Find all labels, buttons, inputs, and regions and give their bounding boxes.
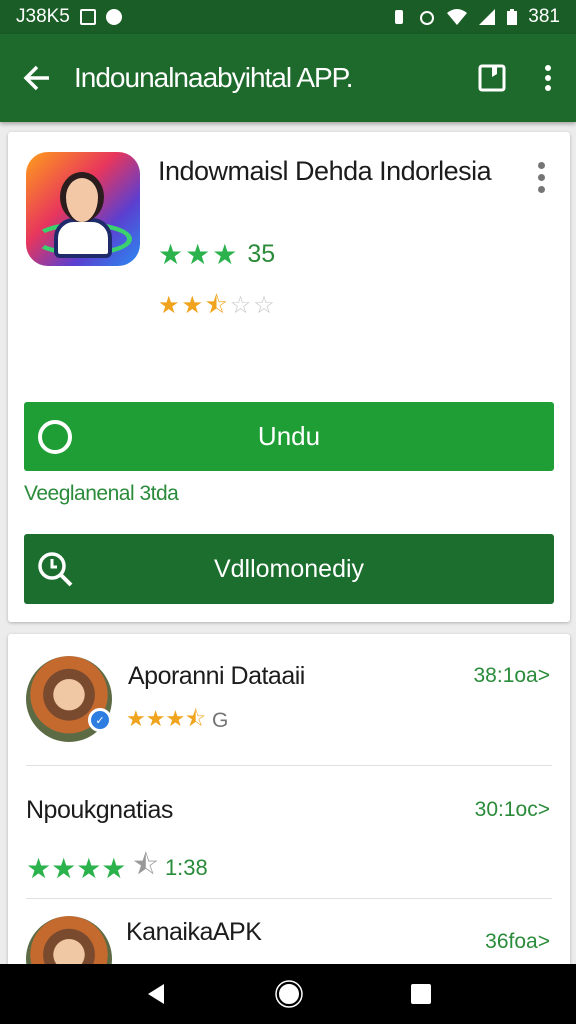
reviewer-name: Npoukgnatias — [26, 796, 173, 824]
app-name: Indowmaisl Dehda Indorlesia — [158, 156, 492, 186]
list-item[interactable]: KanaikaAPK 36foa> — [8, 898, 570, 974]
wifi-icon — [447, 9, 468, 25]
star-icon: ★ — [185, 238, 211, 270]
star-icon: ★ — [212, 238, 238, 270]
list-item[interactable]: ✓ Aporanni Dataaii 38:1oa> ★★★⯪ G — [8, 634, 570, 766]
star-icon: ★★★★ — [26, 852, 127, 884]
reviewer-name: Aporanni Dataaii — [128, 662, 305, 690]
more-vert-icon — [545, 65, 551, 91]
bookmark-icon — [478, 64, 506, 92]
nav-home-icon[interactable] — [275, 980, 303, 1008]
list-item[interactable]: Npoukgnatias 30:1oc> ★★★★ ⯪ 1:38 — [8, 766, 570, 898]
status-battery-text: 381 — [528, 6, 560, 27]
status-bar: J38K5 381 — [0, 0, 576, 34]
item-size: 30:1oc> — [474, 798, 550, 821]
install-button[interactable]: Undu — [24, 402, 554, 471]
reviewer-name: KanaikaAPK — [126, 918, 262, 946]
app-bar: Indounalnaabyihtal APP. — [0, 34, 576, 122]
item-rating: ★★★⯪ G — [126, 702, 228, 740]
sync-icon — [105, 9, 122, 25]
arrow-back-icon — [23, 65, 49, 91]
search-icon — [38, 552, 73, 587]
item-rating: ★★★★ ⯪ 1:38 — [26, 844, 208, 892]
star-icon: ★★★⯪ — [126, 706, 207, 731]
notification-icon — [79, 9, 96, 25]
card-more-button[interactable] — [534, 162, 548, 202]
nav-recents-icon[interactable] — [410, 983, 432, 1005]
star-half-icon: ⯪ — [205, 292, 228, 319]
install-note: Veeglanenal 3tda — [24, 482, 179, 505]
app-icon[interactable] — [26, 152, 140, 266]
more-info-button[interactable]: Vdllomonediy — [24, 534, 554, 604]
rating-row: ★ ★ ★ 35 — [158, 240, 275, 269]
circle-icon — [38, 420, 72, 454]
item-size: 36foa> — [485, 930, 550, 953]
verified-icon: ✓ — [88, 708, 112, 732]
system-nav-bar — [0, 964, 576, 1024]
back-button[interactable] — [0, 34, 74, 122]
nav-back-icon[interactable] — [144, 982, 168, 1006]
item-size: 38:1oa> — [473, 664, 551, 687]
star-empty-icon: ☆ — [229, 292, 252, 319]
review-list: ✓ Aporanni Dataaii 38:1oa> ★★★⯪ G Npoukg… — [8, 634, 570, 974]
more-info-label: Vdllomonediy — [213, 554, 365, 583]
star-icon: ★ — [158, 238, 184, 270]
install-label: Undu — [257, 421, 321, 451]
star-half-icon: ⯪ — [132, 849, 159, 880]
status-time: J38K5 — [16, 6, 70, 27]
bookmark-button[interactable] — [464, 34, 520, 122]
alarm-icon — [420, 11, 435, 25]
overflow-menu-button[interactable] — [520, 34, 576, 122]
rating-value: 35 — [247, 240, 276, 268]
icon-face-shape — [60, 172, 104, 222]
signal-icon — [479, 9, 496, 25]
battery-icon — [507, 9, 518, 25]
secondary-rating-row: ★ ★ ⯪ ☆ ☆ — [158, 292, 275, 320]
item-meta: G — [212, 709, 229, 732]
app-detail-card: Indowmaisl Dehda Indorlesia ★ ★ ★ 35 ★ ★… — [8, 132, 570, 622]
item-meta: 1:38 — [164, 855, 208, 880]
page-title: Indounalnaabyihtal APP. — [74, 62, 354, 93]
vibrate-icon — [395, 10, 404, 24]
icon-body-shape — [54, 218, 112, 258]
star-icon: ★ — [181, 292, 204, 319]
star-icon: ★ — [158, 292, 180, 319]
star-empty-icon: ☆ — [253, 292, 275, 319]
